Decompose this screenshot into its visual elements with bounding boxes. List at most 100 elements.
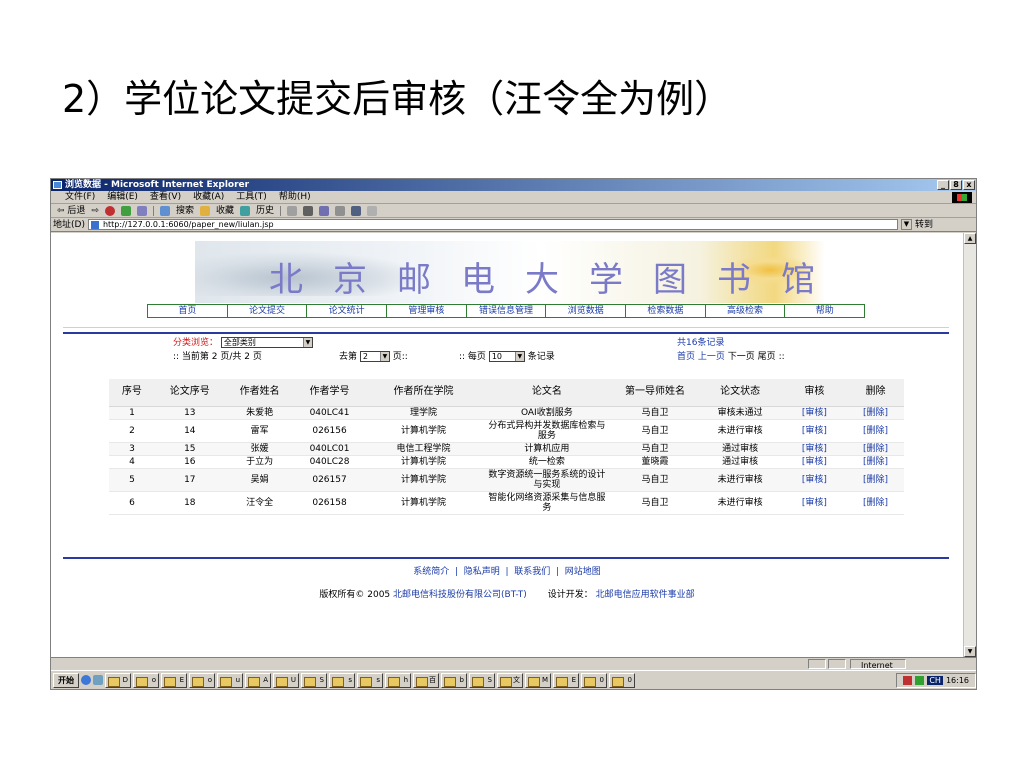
- nav-submit-thesis[interactable]: 论文提交: [228, 305, 308, 317]
- messenger-icon[interactable]: [351, 205, 361, 216]
- media-icon[interactable]: [367, 205, 377, 216]
- back-button[interactable]: ⇦ 后退: [57, 204, 85, 218]
- refresh-icon[interactable]: [120, 205, 131, 216]
- review-link[interactable]: [审核]: [781, 419, 848, 443]
- taskbar-window-button[interactable]: A: [245, 672, 271, 688]
- maximize-button[interactable]: 8: [950, 180, 962, 190]
- taskbar-window-button[interactable]: S: [301, 672, 327, 688]
- taskbar-window-button[interactable]: s: [329, 672, 355, 688]
- address-url: http://127.0.0.1:6060/paper_new/liulan.j…: [102, 220, 274, 229]
- close-button[interactable]: x: [963, 180, 975, 190]
- stop-icon[interactable]: [104, 205, 115, 216]
- footer-link-contact[interactable]: 联系我们: [514, 567, 550, 577]
- go-button[interactable]: 转到: [915, 219, 933, 231]
- nav-advanced-search[interactable]: 高级检索: [706, 305, 786, 317]
- nav-admin-review[interactable]: 管理审核: [387, 305, 467, 317]
- address-dropdown-icon[interactable]: ▼: [900, 219, 912, 230]
- goto-page-select[interactable]: 2 ▼: [359, 351, 390, 362]
- page-content: 北京邮电大学图书馆 首页 论文提交 论文统计 管理审核 错误信息管理 浏览数据 …: [51, 233, 963, 657]
- menu-favorites[interactable]: 收藏(A): [193, 191, 224, 203]
- taskbar-window-button[interactable]: 文: [497, 672, 523, 688]
- print-icon[interactable]: [303, 205, 313, 216]
- pager-first[interactable]: 首页: [677, 352, 695, 362]
- delete-link[interactable]: [删除]: [847, 419, 904, 443]
- ie-quicklaunch-icon[interactable]: [81, 675, 91, 685]
- delete-link[interactable]: [删除]: [847, 442, 904, 456]
- search-icon[interactable]: [159, 205, 170, 216]
- search-button[interactable]: 搜索: [176, 204, 194, 218]
- review-link[interactable]: [审核]: [781, 442, 848, 456]
- taskbar-window-button[interactable]: s: [357, 672, 383, 688]
- tray-app-icon[interactable]: [903, 675, 913, 685]
- pager-next[interactable]: 下一页: [728, 352, 755, 362]
- history-icon[interactable]: [239, 205, 250, 216]
- designer-link[interactable]: 北邮电信应用软件事业部: [596, 590, 695, 600]
- taskbar-window-button[interactable]: h: [385, 672, 411, 688]
- taskbar-window-button[interactable]: o: [189, 672, 215, 688]
- delete-link[interactable]: [删除]: [847, 491, 904, 515]
- status-bar: Internet: [51, 657, 976, 670]
- start-button[interactable]: 开始: [53, 672, 79, 688]
- favorites-button[interactable]: 收藏: [216, 204, 234, 218]
- ie-app-icon: [53, 181, 62, 189]
- taskbar-window-button[interactable]: D: [105, 672, 131, 688]
- footer-link-privacy[interactable]: 隐私声明: [464, 567, 500, 577]
- nav-browse-data[interactable]: 浏览数据: [546, 305, 627, 317]
- delete-link[interactable]: [删除]: [847, 455, 904, 469]
- review-link[interactable]: [审核]: [781, 455, 848, 469]
- nav-search-data[interactable]: 检索数据: [626, 305, 706, 317]
- taskbar-window-button[interactable]: U: [273, 672, 299, 688]
- minimize-button[interactable]: _: [937, 180, 949, 190]
- col-author-id: 作者学号: [294, 379, 365, 407]
- review-link[interactable]: [审核]: [781, 406, 848, 420]
- vertical-scrollbar[interactable]: ▲ ▼: [963, 233, 976, 657]
- review-link[interactable]: [审核]: [781, 491, 848, 515]
- review-link[interactable]: [审核]: [781, 468, 848, 492]
- table-row: 6 18 汪令全 026158 计算机学院 智能化网络资源采集与信息服务 马自卫…: [109, 491, 904, 515]
- discuss-icon[interactable]: [335, 205, 345, 216]
- taskbar-window-button[interactable]: E: [161, 672, 187, 688]
- company-link[interactable]: 北邮电信科技股份有限公司(BT-T): [393, 590, 527, 600]
- nav-thesis-stats[interactable]: 论文统计: [307, 305, 388, 317]
- delete-link[interactable]: [删除]: [847, 468, 904, 492]
- tray-network-icon[interactable]: [915, 675, 925, 685]
- taskbar-window-button[interactable]: E: [553, 672, 579, 688]
- favorites-icon[interactable]: [199, 205, 210, 216]
- menu-view[interactable]: 查看(V): [150, 191, 181, 203]
- taskbar-window-button[interactable]: S: [469, 672, 495, 688]
- home-icon[interactable]: [136, 205, 147, 216]
- menu-help[interactable]: 帮助(H): [279, 191, 311, 203]
- nav-home[interactable]: 首页: [148, 305, 228, 317]
- mail-icon[interactable]: [287, 205, 297, 216]
- desktop-quicklaunch-icon[interactable]: [93, 675, 103, 685]
- pager-last[interactable]: 尾页: [758, 352, 776, 362]
- menu-file[interactable]: 文件(F): [65, 191, 95, 203]
- scroll-up-icon[interactable]: ▲: [964, 233, 976, 244]
- col-college: 作者所在学院: [364, 379, 483, 407]
- taskbar-window-button[interactable]: M: [525, 672, 551, 688]
- taskbar-window-button[interactable]: b: [441, 672, 467, 688]
- menu-tools[interactable]: 工具(T): [236, 191, 267, 203]
- delete-link[interactable]: [删除]: [847, 406, 904, 420]
- taskbar-window-button[interactable]: o: [133, 672, 159, 688]
- footer-link-sitemap[interactable]: 网站地图: [565, 567, 601, 577]
- taskbar-window-button[interactable]: 0: [581, 672, 607, 688]
- category-select[interactable]: 全部类别 ▼: [220, 337, 313, 348]
- scroll-down-icon[interactable]: ▼: [964, 646, 976, 657]
- edit-icon[interactable]: [319, 205, 329, 216]
- banner-title: 北京邮电大学图书馆: [269, 260, 825, 300]
- taskbar-window-button[interactable]: 百: [413, 672, 439, 688]
- pager-prev[interactable]: 上一页: [698, 352, 725, 362]
- taskbar-window-button[interactable]: 0: [609, 672, 635, 688]
- input-method-indicator[interactable]: CH: [927, 675, 943, 685]
- per-page-select[interactable]: 10 ▼: [488, 351, 525, 362]
- address-input[interactable]: http://127.0.0.1:6060/paper_new/liulan.j…: [87, 219, 898, 230]
- col-review: 审核: [781, 379, 848, 407]
- forward-button[interactable]: ⇨: [91, 204, 99, 218]
- nav-error-management[interactable]: 错误信息管理: [467, 305, 547, 317]
- nav-help[interactable]: 帮助: [785, 305, 864, 317]
- footer-link-about[interactable]: 系统简介: [413, 567, 449, 577]
- history-button[interactable]: 历史: [256, 204, 274, 218]
- taskbar-window-button[interactable]: u: [217, 672, 243, 688]
- menu-edit[interactable]: 编辑(E): [107, 191, 138, 203]
